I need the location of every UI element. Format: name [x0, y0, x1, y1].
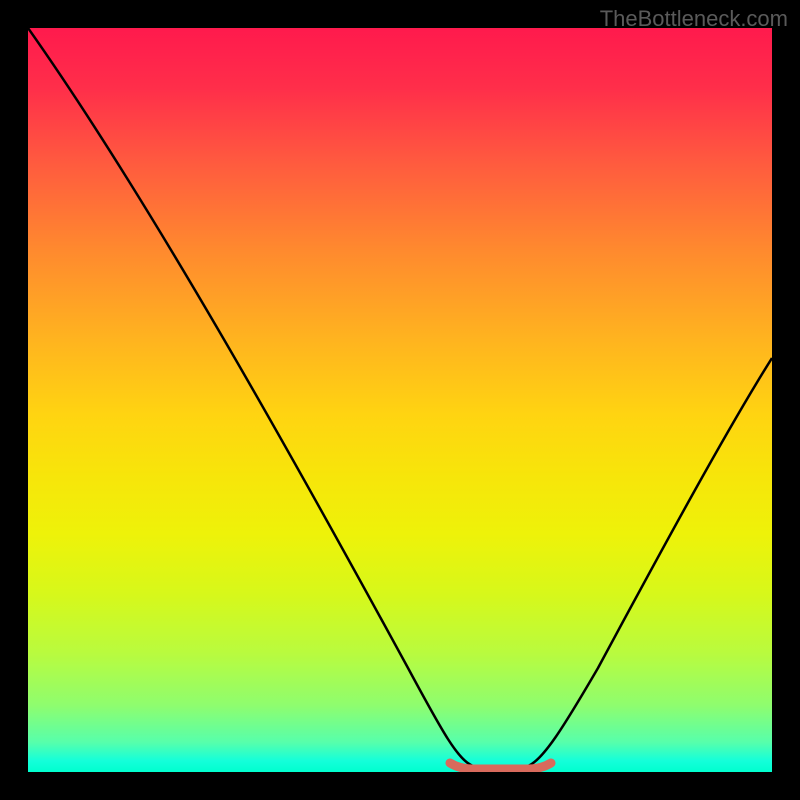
- curve-layer: [28, 28, 772, 772]
- plot-area: [28, 28, 772, 772]
- main-curve: [28, 28, 772, 769]
- watermark: TheBottleneck.com: [600, 6, 788, 32]
- flat-region-marker: [450, 763, 551, 769]
- chart-container: TheBottleneck.com: [0, 0, 800, 800]
